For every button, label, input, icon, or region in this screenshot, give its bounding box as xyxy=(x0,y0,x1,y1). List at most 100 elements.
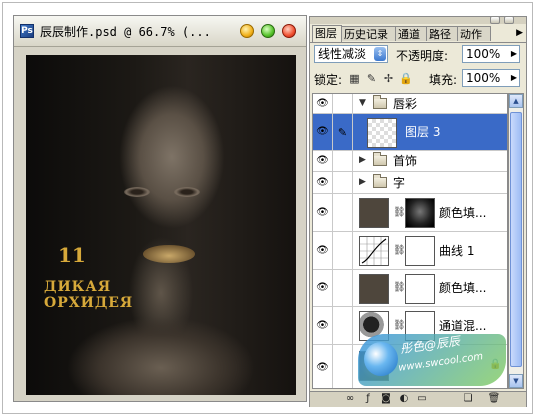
logo-line-1: ДИКАЯ xyxy=(44,279,112,295)
close-button[interactable] xyxy=(282,24,296,38)
tab-actions[interactable]: 动作 xyxy=(457,26,491,41)
globe-icon xyxy=(364,342,398,376)
link-cell[interactable] xyxy=(333,270,353,306)
link-cell[interactable] xyxy=(333,345,353,388)
panel-menu-icon[interactable]: ▶ xyxy=(516,28,523,38)
scroll-thumb[interactable] xyxy=(510,112,522,367)
layer-thumbnail xyxy=(359,274,389,304)
tab-paths[interactable]: 路径 xyxy=(426,26,458,41)
maximize-button[interactable] xyxy=(261,24,275,38)
eye-icon[interactable]: 👁 xyxy=(313,94,333,113)
folder-icon xyxy=(373,173,387,188)
left-eye xyxy=(124,187,150,197)
layer-row[interactable]: 👁 ⛓ 颜色填... xyxy=(313,194,507,232)
eye-icon[interactable]: 👁 xyxy=(313,114,333,150)
chain-icon: ⛓ xyxy=(393,244,406,256)
brush-icon[interactable]: ✎ xyxy=(333,114,353,150)
chain-icon: ⛓ xyxy=(393,206,406,218)
folder-icon xyxy=(373,94,387,109)
add-mask-icon[interactable]: ◙ xyxy=(378,392,394,406)
layer-thumbnail xyxy=(359,198,389,228)
logo-line-2: ОРХИДЕЯ xyxy=(44,295,134,311)
link-cell[interactable] xyxy=(333,194,353,231)
minimize-button[interactable] xyxy=(240,24,254,38)
eye-icon[interactable]: 👁 xyxy=(313,270,333,306)
lock-position-icon[interactable]: ✢ xyxy=(382,72,395,85)
layer-row[interactable]: 👁 ▼ 唇彩 xyxy=(313,94,507,114)
link-layers-icon[interactable]: ∞ xyxy=(342,392,358,406)
fill-arrow-icon[interactable]: ▶ xyxy=(511,71,517,85)
adjustment-layer-icon[interactable]: ◐ xyxy=(396,392,412,406)
eye-icon[interactable]: 👁 xyxy=(313,194,333,231)
layer-name: 首饰 xyxy=(393,154,418,168)
opacity-field[interactable]: 100% ▶ xyxy=(462,45,520,63)
layer-name: 曲线 1 xyxy=(439,243,475,258)
layer-row[interactable]: 👁 ⛓ 曲线 1 xyxy=(313,232,507,270)
layer-thumbnail xyxy=(367,118,397,148)
tab-layers[interactable]: 图层 xyxy=(312,25,342,42)
canvas-area[interactable]: 11 ДИКАЯ ОРХИДЕЯ xyxy=(14,47,306,401)
watermark-badge: 彤色@辰辰 www.swcool.com xyxy=(358,334,506,386)
curves-icon xyxy=(359,236,389,266)
document-window: Ps 辰辰制作.psd @ 66.7% (... 11 ДИКАЯ ОРХИДЕ… xyxy=(13,15,307,402)
scroll-down-icon[interactable]: ▼ xyxy=(509,374,523,388)
select-arrow-icon: ⇕ xyxy=(374,47,386,61)
opacity-arrow-icon[interactable]: ▶ xyxy=(511,47,517,61)
link-cell[interactable] xyxy=(333,94,353,113)
new-layer-icon[interactable]: ❏ xyxy=(460,392,476,406)
panel-close-button[interactable] xyxy=(504,16,514,24)
layer-name: 颜色填... xyxy=(439,281,487,295)
expand-down-icon[interactable]: ▼ xyxy=(359,98,366,108)
chain-icon: ⛓ xyxy=(393,319,406,331)
eye-icon[interactable]: 👁 xyxy=(313,232,333,269)
panel-minimize-button[interactable] xyxy=(490,16,500,24)
opacity-label: 不透明度: xyxy=(396,49,449,63)
eye-icon[interactable]: 👁 xyxy=(313,307,333,344)
chain-icon: ⛓ xyxy=(393,282,406,293)
fill-field[interactable]: 100% ▶ xyxy=(462,69,520,87)
document-title-bar[interactable]: Ps 辰辰制作.psd @ 66.7% (... xyxy=(14,16,306,47)
link-cell[interactable] xyxy=(333,151,353,171)
opacity-value: 100% xyxy=(466,47,501,61)
eye-icon[interactable]: 👁 xyxy=(313,151,333,171)
lock-transparency-icon[interactable]: ▦ xyxy=(348,72,361,85)
fill-label: 填充: xyxy=(429,73,458,87)
panel-tabs: 图层 历史记录 通道 路径 动作 ▶ xyxy=(310,24,526,43)
mask-thumbnail xyxy=(405,274,435,304)
tab-history[interactable]: 历史记录 xyxy=(341,26,396,41)
expand-right-icon[interactable]: ▶ xyxy=(359,155,366,165)
expand-right-icon[interactable]: ▶ xyxy=(359,177,366,187)
eye-icon[interactable]: 👁 xyxy=(313,172,333,193)
layer-row[interactable]: 👁 ▶ 首饰 xyxy=(313,151,507,172)
layer-name: 唇彩 xyxy=(393,96,418,111)
eye-icon[interactable]: 👁 xyxy=(313,345,333,388)
layer-row[interactable]: 👁 ▶ 字 xyxy=(313,172,507,194)
gold-lips xyxy=(143,245,195,263)
mask-thumbnail xyxy=(405,236,435,266)
fill-value: 100% xyxy=(466,71,501,85)
mask-thumbnail xyxy=(405,198,435,228)
link-cell[interactable] xyxy=(333,307,353,344)
panel-top-bar[interactable] xyxy=(310,16,526,24)
lock-pixels-icon[interactable]: ✎ xyxy=(365,72,378,85)
blend-mode-select[interactable]: 线性减淡 ⇕ xyxy=(314,45,388,63)
watermark-line-1: 彤色@辰辰 xyxy=(399,333,461,357)
layer-row-selected[interactable]: 👁 ✎ 图层 3 xyxy=(313,114,507,151)
new-group-icon[interactable]: ▭ xyxy=(414,392,430,406)
link-cell[interactable] xyxy=(333,232,353,269)
layer-name: 图层 3 xyxy=(405,125,441,139)
lock-all-icon[interactable]: 🔒 xyxy=(399,72,413,85)
layer-style-icon[interactable]: ƒ xyxy=(360,392,376,406)
delete-layer-icon[interactable]: 🗑 xyxy=(486,392,502,406)
layer-row[interactable]: 👁 ⛓ 颜色填... xyxy=(313,270,507,307)
screenshot-frame: Ps 辰辰制作.psd @ 66.7% (... 11 ДИКАЯ ОРХИДЕ… xyxy=(2,2,533,414)
layers-scrollbar[interactable]: ▲ ▼ xyxy=(508,93,524,389)
panel-bottom-bar: ∞ ƒ ◙ ◐ ▭ ❏ 🗑 xyxy=(310,391,526,407)
photoshop-icon: Ps xyxy=(20,24,34,38)
portrait-image[interactable]: 11 ДИКАЯ ОРХИДЕЯ xyxy=(26,55,296,395)
scroll-up-icon[interactable]: ▲ xyxy=(509,94,523,108)
document-title: 辰辰制作.psd @ 66.7% (... xyxy=(40,25,211,39)
lock-label: 锁定: xyxy=(314,73,343,87)
tab-channels[interactable]: 通道 xyxy=(395,26,427,41)
link-cell[interactable] xyxy=(333,172,353,193)
